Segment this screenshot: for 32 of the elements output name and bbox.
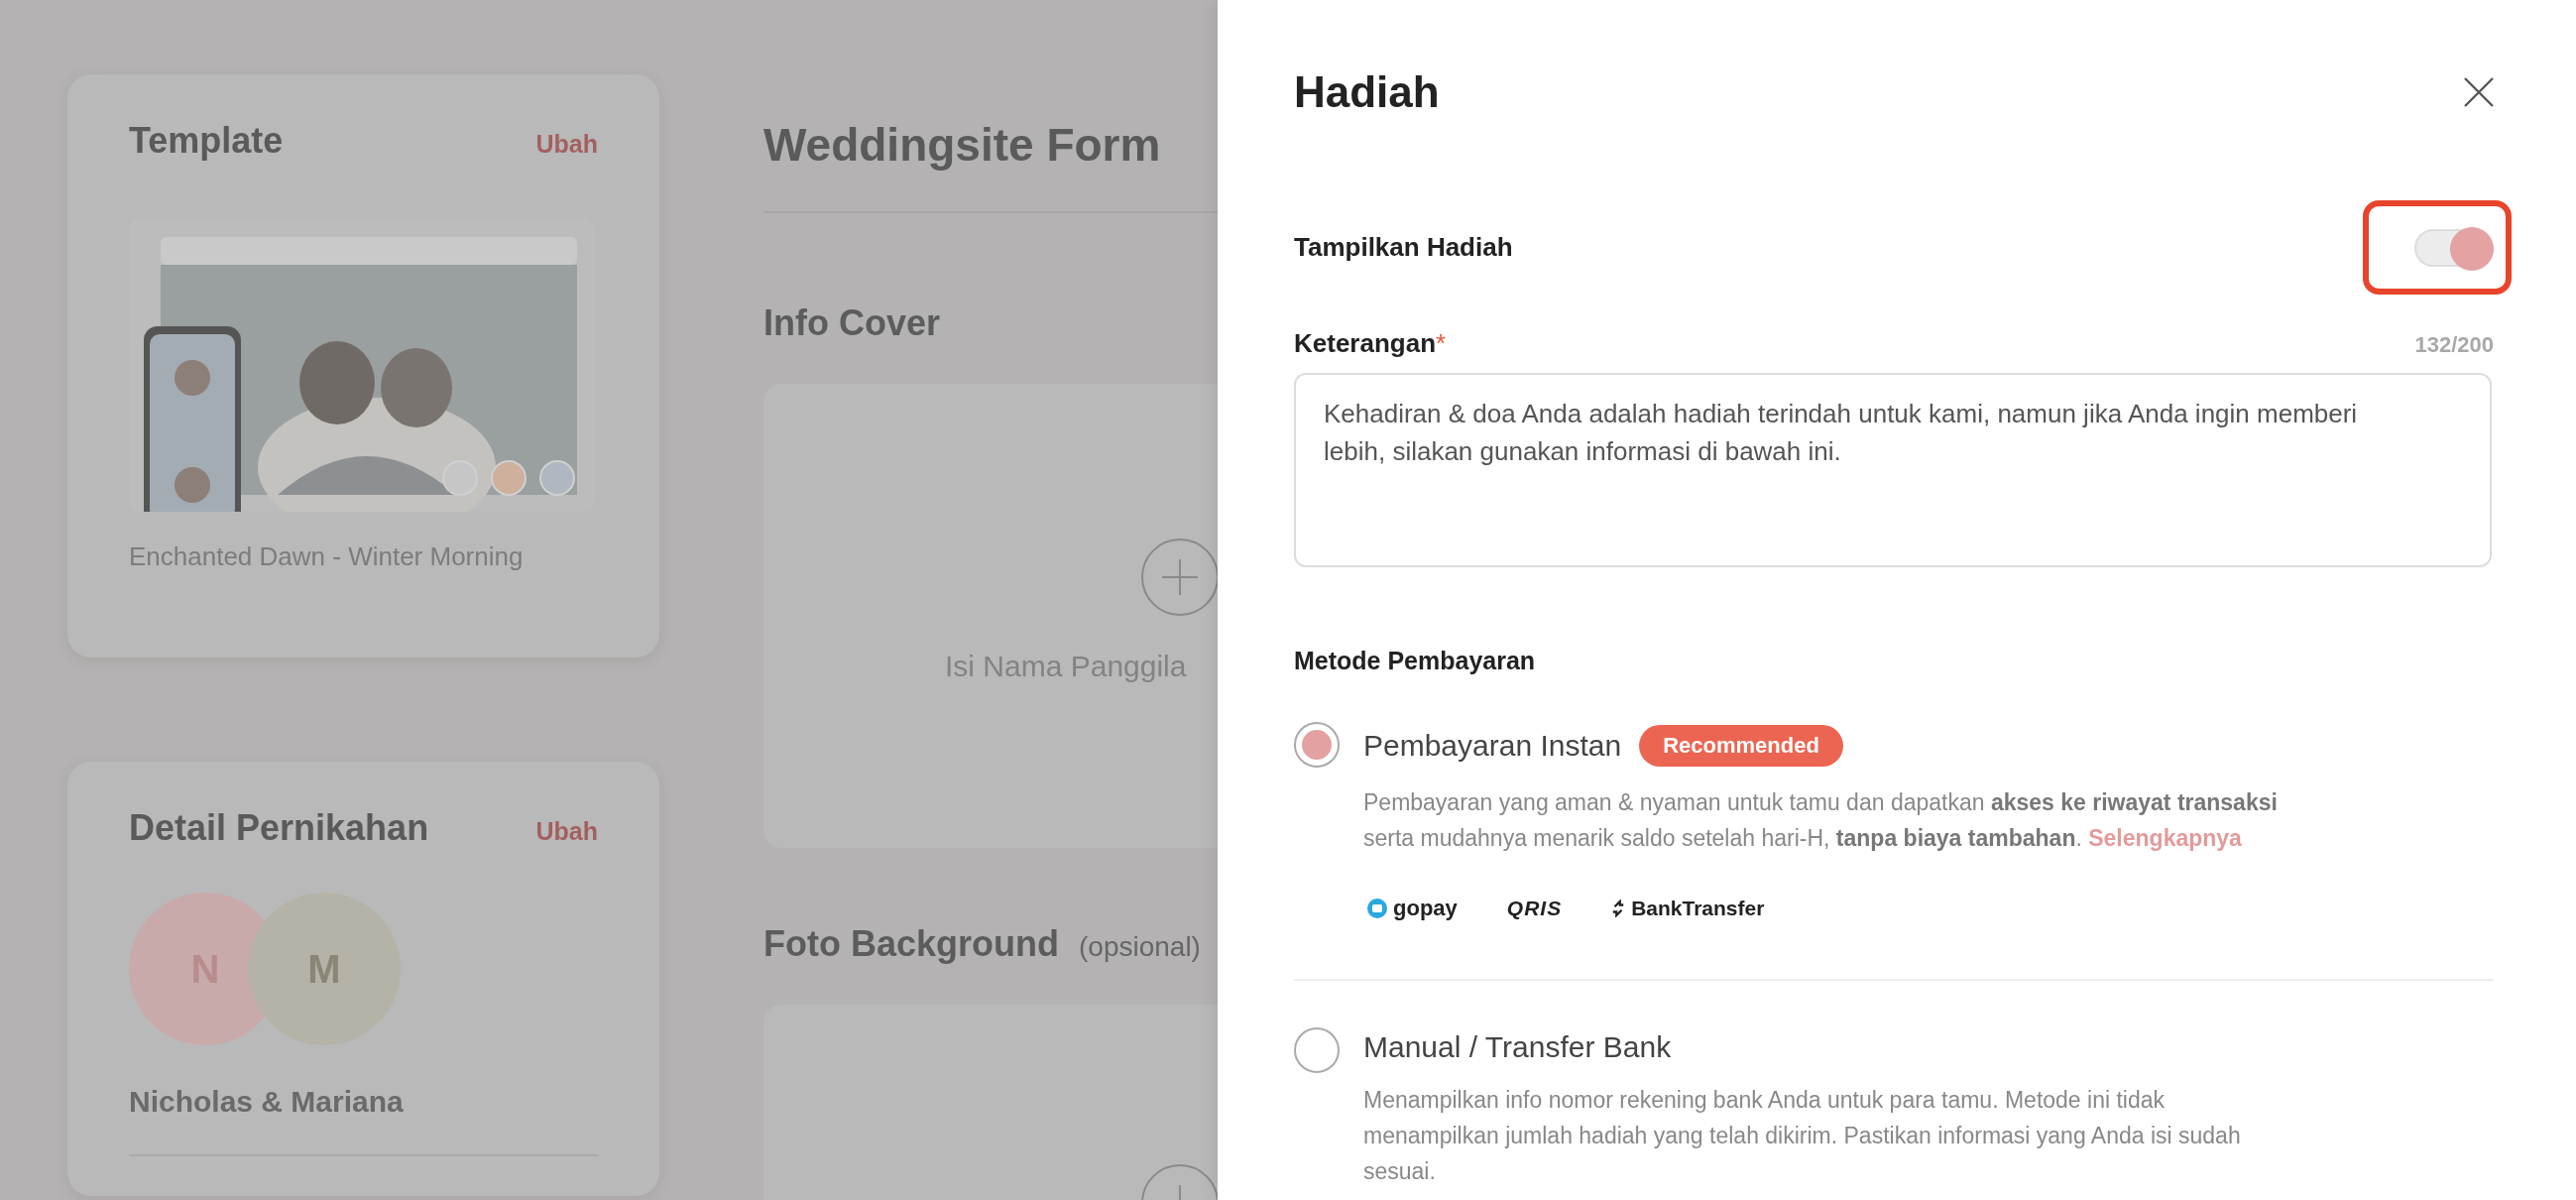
- more-link[interactable]: Selengkapnya: [2088, 825, 2242, 851]
- recommended-badge: Recommended: [1639, 725, 1843, 767]
- section-note: (opsional): [1079, 931, 1201, 963]
- char-counter: 132/200: [2414, 332, 2494, 358]
- radio-button[interactable]: [1294, 1027, 1340, 1073]
- panel-title: Hadiah: [1294, 67, 1440, 117]
- card-title: Detail Pernikahan: [129, 807, 429, 849]
- required-mark: *: [1436, 328, 1447, 358]
- plus-icon: [1140, 538, 1218, 617]
- bank-transfer-logo: BankTransfer: [1631, 897, 1765, 920]
- option-description: Menampilkan info nomor rekening bank Anda untuk para tamu. Metode ini tidak menampilkan jumlah hadiah yang telah dikirim. Pastikan informasi yang Anda isi sudah sesuai.: [1363, 1086, 2242, 1186]
- radio-button[interactable]: [1294, 722, 1340, 768]
- close-icon: [2463, 76, 2495, 108]
- description-field[interactable]: Kehadiran & doa Anda adalah hadiah terindah untuk kami, namun jika Anda ingin memberi lebih, silakan gunakan informasi di bawah ini.: [1294, 373, 2492, 567]
- section-title: Info Cover: [763, 302, 940, 344]
- option-title: Pembayaran Instan: [1363, 729, 1622, 763]
- form-title: Weddingsite Form: [763, 118, 1162, 172]
- wallet-icon: [1367, 899, 1387, 918]
- transfer-icon: [1611, 900, 1626, 917]
- change-link[interactable]: Ubah: [535, 817, 598, 846]
- option-title: Manual / Transfer Bank: [1363, 1030, 1672, 1064]
- change-link[interactable]: Ubah: [535, 130, 598, 159]
- couple-names: Nicholas & Mariana: [129, 1085, 405, 1119]
- toggle-label: Tampilkan Hadiah: [1294, 232, 1513, 263]
- field-label: Keterangan*: [1294, 328, 1447, 359]
- qris-logo: QRIS: [1506, 897, 1563, 920]
- template-name: Enchanted Dawn - Winter Morning: [129, 541, 525, 573]
- option-description: Pembayaran yang aman & nyaman untuk tamu dan dapatkan akses ke riwayat transaksi serta mudahnya menarik saldo setelah hari-H, tanpa biaya tambahan. Selengkapnya: [1363, 788, 2279, 853]
- gopay-logo: gopay: [1393, 896, 1458, 921]
- card-title: Template: [129, 120, 284, 162]
- section-label: Metode Pembayaran: [1294, 647, 1537, 675]
- section-title: Foto Background: [763, 923, 1059, 965]
